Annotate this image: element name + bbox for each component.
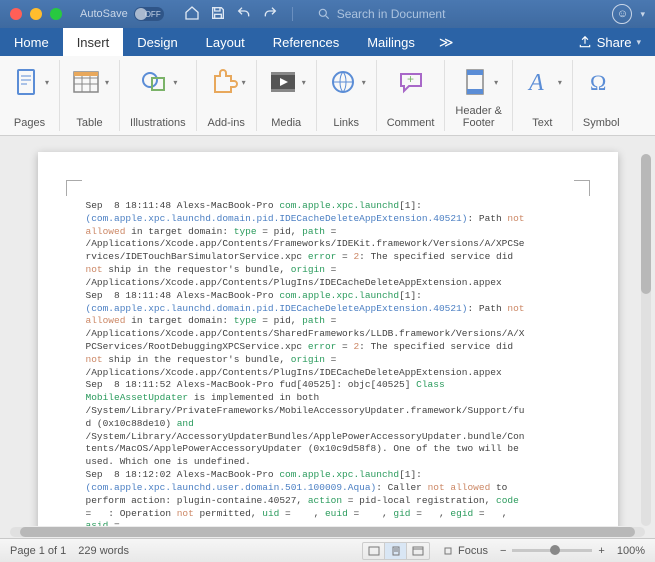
- page-count[interactable]: Page 1 of 1: [10, 545, 66, 557]
- group-pages[interactable]: ▾ Pages: [0, 60, 60, 131]
- search-icon: [317, 7, 331, 21]
- word-count[interactable]: 229 words: [78, 545, 129, 557]
- chevron-down-icon: ▾: [636, 37, 641, 48]
- view-read-icon[interactable]: [363, 543, 385, 559]
- zoom-slider[interactable]: − +: [500, 545, 605, 557]
- tab-references[interactable]: References: [259, 28, 353, 56]
- window-minimize-button[interactable]: [30, 8, 42, 20]
- statusbar: Page 1 of 1 229 words Focus − + 100%: [0, 538, 655, 562]
- zoom-in-icon[interactable]: +: [598, 545, 604, 557]
- tab-layout[interactable]: Layout: [192, 28, 259, 56]
- group-links[interactable]: ▾ Links: [317, 60, 377, 131]
- view-web-icon[interactable]: [407, 543, 429, 559]
- view-print-icon[interactable]: [385, 543, 407, 559]
- group-table[interactable]: ▾ Table: [60, 60, 120, 131]
- search-box[interactable]: [317, 7, 605, 21]
- comment-icon: +: [395, 66, 427, 98]
- group-header-footer[interactable]: ▾ Header & Footer: [445, 60, 512, 131]
- focus-mode-button[interactable]: Focus: [442, 545, 488, 557]
- account-icon[interactable]: ☺: [612, 4, 632, 24]
- group-label: Illustrations: [130, 117, 186, 131]
- group-comment[interactable]: + Comment: [377, 60, 446, 131]
- window-zoom-button[interactable]: [50, 8, 62, 20]
- links-icon: [327, 66, 359, 98]
- document-page[interactable]: Sep 8 18:11:48 Alexs-MacBook-Pro com.app…: [38, 152, 618, 526]
- group-text[interactable]: A▾ Text: [513, 60, 573, 131]
- group-label: Pages: [14, 117, 45, 131]
- share-button[interactable]: Share ▾: [564, 28, 655, 56]
- group-illustrations[interactable]: ▾ Illustrations: [120, 60, 197, 131]
- ribbon-tabs: Home Insert Design Layout References Mai…: [0, 28, 655, 56]
- group-addins[interactable]: ▾ Add-ins: [197, 60, 257, 131]
- table-icon: [70, 66, 102, 98]
- scrollbar-thumb[interactable]: [641, 154, 651, 294]
- document-body-text[interactable]: Sep 8 18:11:48 Alexs-MacBook-Pro com.app…: [86, 200, 570, 526]
- document-area: Sep 8 18:11:48 Alexs-MacBook-Pro com.app…: [0, 136, 655, 526]
- group-symbol[interactable]: Ω Symbol: [573, 60, 630, 131]
- zoom-knob[interactable]: [550, 545, 560, 555]
- titlebar: AutoSave OFF ☺ ▾: [0, 0, 655, 28]
- zoom-out-icon[interactable]: −: [500, 545, 506, 557]
- autosave-off-text: OFF: [145, 10, 161, 19]
- crop-mark: [66, 180, 82, 196]
- share-label: Share: [597, 35, 632, 50]
- group-label: Add-ins: [208, 117, 245, 131]
- autosave-toggle[interactable]: AutoSave OFF: [80, 7, 164, 21]
- vertical-scrollbar[interactable]: [641, 154, 651, 526]
- ribbon: ▾ Pages ▾ Table ▾ Illustrations ▾ Add-in…: [0, 56, 655, 136]
- group-label: Table: [76, 117, 102, 131]
- focus-label: Focus: [458, 545, 488, 557]
- illustrations-icon: [138, 66, 170, 98]
- symbol-icon: Ω: [585, 66, 617, 98]
- text-icon: A: [523, 66, 555, 98]
- horizontal-scrollbar[interactable]: [0, 526, 655, 538]
- tab-mailings[interactable]: Mailings: [353, 28, 429, 56]
- svg-text:+: +: [407, 72, 414, 86]
- addins-icon: [207, 66, 239, 98]
- undo-icon[interactable]: [236, 5, 252, 24]
- pages-icon: [10, 66, 42, 98]
- svg-text:A: A: [527, 70, 544, 96]
- scrollbar-thumb[interactable]: [20, 527, 635, 537]
- zoom-percent[interactable]: 100%: [617, 545, 645, 557]
- group-label: Comment: [387, 117, 435, 131]
- tabs-expand-icon[interactable]: ≫: [429, 28, 464, 56]
- autosave-label: AutoSave: [80, 8, 128, 20]
- chevron-down-icon[interactable]: ▾: [640, 9, 645, 20]
- group-label: Symbol: [583, 117, 620, 131]
- group-label: Links: [333, 117, 359, 131]
- window-close-button[interactable]: [10, 8, 22, 20]
- svg-text:Ω: Ω: [590, 70, 606, 95]
- share-icon: [578, 35, 592, 49]
- tab-insert[interactable]: Insert: [63, 28, 124, 56]
- media-icon: [267, 66, 299, 98]
- search-input[interactable]: [337, 7, 497, 21]
- crop-mark: [574, 180, 590, 196]
- quick-access-toolbar: [184, 5, 297, 24]
- view-mode-buttons: [362, 542, 430, 560]
- tab-design[interactable]: Design: [123, 28, 191, 56]
- home-icon[interactable]: [184, 5, 200, 24]
- focus-icon: [442, 545, 454, 557]
- tab-home[interactable]: Home: [0, 28, 63, 56]
- group-media[interactable]: ▾ Media: [257, 60, 317, 131]
- group-label: Media: [271, 117, 301, 131]
- header-footer-icon: [459, 66, 491, 98]
- save-icon[interactable]: [210, 5, 226, 24]
- group-label: Text: [532, 117, 552, 131]
- redo-icon[interactable]: [262, 5, 278, 24]
- group-label: Header & Footer: [455, 105, 501, 131]
